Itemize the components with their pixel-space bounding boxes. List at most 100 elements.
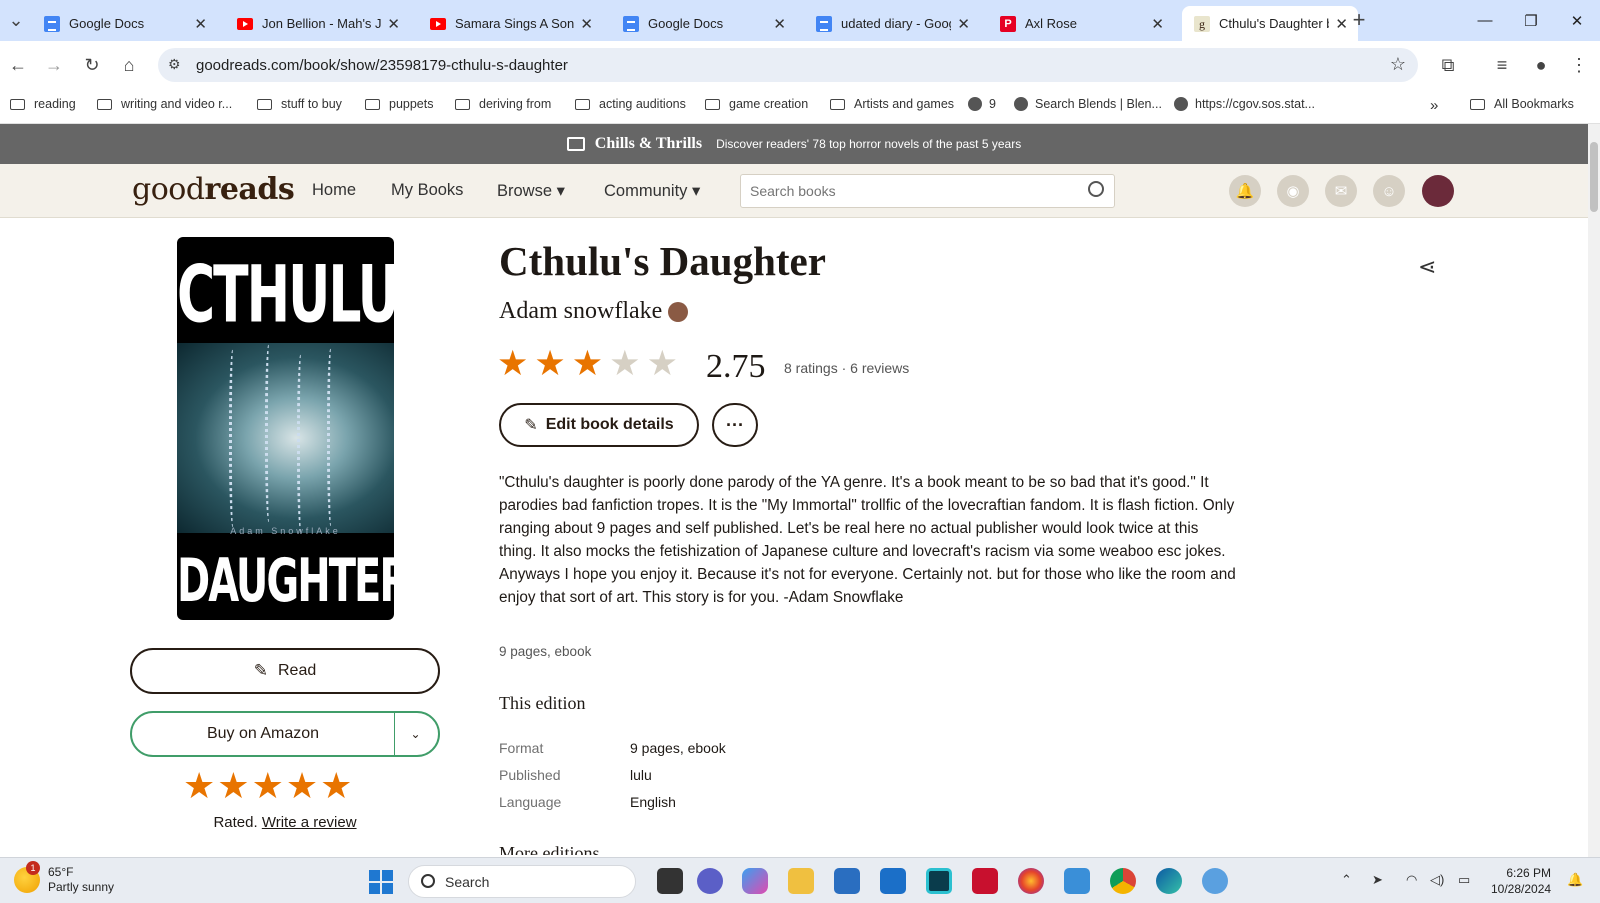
more-options-button[interactable]: ··· — [712, 403, 758, 447]
notifications-icon[interactable]: 🔔 — [1229, 175, 1261, 207]
home-icon[interactable]: ⌂ — [115, 51, 143, 79]
edition-value: 9 pages, ebook — [630, 740, 726, 756]
search-icon[interactable] — [1088, 181, 1104, 197]
media-controls-icon[interactable]: ≡ — [1488, 51, 1516, 79]
author-name[interactable]: Adam snowflake — [499, 298, 662, 325]
scrollbar-thumb[interactable] — [1590, 142, 1598, 212]
alexa-icon[interactable] — [926, 868, 952, 894]
search-box[interactable] — [740, 174, 1115, 208]
browser-tab[interactable]: udated diary - Googl ✕ — [804, 6, 980, 41]
bookmark-item[interactable]: Artists and games — [830, 97, 954, 111]
user-star-icon[interactable]: ★ — [252, 768, 284, 804]
forward-icon[interactable]: → — [40, 51, 68, 79]
restore-button[interactable]: ❐ — [1508, 0, 1554, 41]
system-clock[interactable]: 6:26 PM 10/28/2024 — [1491, 865, 1551, 897]
user-star-icon[interactable]: ★ — [320, 768, 352, 804]
chrome-icon[interactable] — [1110, 868, 1136, 894]
goodreads-logo[interactable]: goodreads — [132, 172, 295, 207]
mail-icon[interactable] — [880, 868, 906, 894]
all-bookmarks[interactable]: All Bookmarks — [1470, 97, 1574, 111]
edit-book-details-button[interactable]: ✎ Edit book details — [499, 403, 699, 447]
bookmark-star-icon[interactable]: ☆ — [1390, 54, 1406, 75]
reload-icon[interactable]: ↻ — [78, 51, 106, 79]
browser-tab[interactable]: P Axl Rose ✕ — [988, 6, 1174, 41]
browser-tab[interactable]: Samara Sings A Song ✕ — [418, 6, 603, 41]
search-input[interactable] — [750, 183, 1070, 199]
messages-icon[interactable]: ✉ — [1325, 175, 1357, 207]
address-bar[interactable]: ⚙ goodreads.com/book/show/23598179-cthul… — [158, 48, 1418, 82]
back-icon[interactable]: ← — [4, 51, 32, 79]
task-view-icon[interactable] — [657, 868, 683, 894]
new-tab-button[interactable]: + — [1345, 6, 1373, 34]
profile-icon[interactable]: ● — [1527, 51, 1555, 79]
bookmark-item[interactable]: puppets — [365, 97, 433, 111]
write-review-link[interactable]: Write a review — [262, 814, 357, 831]
volume-icon[interactable]: ◁) — [1430, 872, 1444, 888]
bookmark-item[interactable]: game creation — [705, 97, 808, 111]
bookmark-item[interactable]: acting auditions — [575, 97, 686, 111]
edge-icon[interactable] — [1156, 868, 1182, 894]
more-bookmarks-icon[interactable]: » — [1430, 97, 1438, 114]
page-scrollbar[interactable] — [1588, 124, 1600, 857]
browser-tab[interactable]: g Cthulu's Daughter by ✕ — [1182, 6, 1358, 41]
bookmark-item[interactable]: 9 — [968, 97, 996, 111]
tab-close-icon[interactable]: ✕ — [1151, 15, 1164, 33]
minimize-button[interactable]: — — [1462, 0, 1508, 41]
buy-on-amazon-button[interactable]: Buy on Amazon — [132, 713, 395, 755]
url-text[interactable]: goodreads.com/book/show/23598179-cthulu-… — [196, 57, 568, 74]
book-cover[interactable]: CTHULU'S Adam SnowflAke DAUGHTER — [177, 237, 394, 620]
notification-bell-icon[interactable]: 🔔 — [1567, 872, 1583, 888]
site-info-icon[interactable]: ⚙ — [168, 56, 181, 73]
location-icon[interactable]: ➤ — [1372, 872, 1383, 888]
rating-counts[interactable]: 8 ratings · 6 reviews — [784, 360, 909, 376]
file-explorer-icon[interactable] — [788, 868, 814, 894]
nav-community[interactable]: Community ▾ — [604, 181, 700, 201]
tab-close-icon[interactable]: ✕ — [773, 15, 786, 33]
microsoft-store-icon[interactable] — [834, 868, 860, 894]
weather-widget[interactable]: 1 65°F Partly sunny — [14, 861, 114, 895]
copilot-icon[interactable] — [742, 868, 768, 894]
tab-close-icon[interactable]: ✕ — [194, 15, 207, 33]
user-avatar[interactable] — [1422, 175, 1454, 207]
tab-close-icon[interactable]: ✕ — [387, 15, 400, 33]
paint-icon[interactable] — [1202, 868, 1228, 894]
windows-start-icon[interactable] — [369, 870, 393, 894]
teams-chat-icon[interactable] — [697, 868, 723, 894]
nav-my-books[interactable]: My Books — [391, 181, 463, 200]
bookmark-item[interactable]: deriving from — [455, 97, 551, 111]
nav-home[interactable]: Home — [312, 181, 356, 200]
bookmark-item[interactable]: Search Blends | Blen... — [1014, 97, 1162, 111]
browser-tab[interactable]: Jon Bellion - Mah's Jo ✕ — [225, 6, 410, 41]
user-rating-stars[interactable]: ★ ★ ★ ★ ★ — [183, 768, 352, 804]
show-hidden-icons-chevron-up-icon[interactable]: ⌃ — [1341, 872, 1352, 888]
buy-options-chevron-down-icon[interactable]: ⌄ — [393, 713, 438, 755]
user-star-icon[interactable]: ★ — [286, 768, 318, 804]
discussions-icon[interactable]: ◉ — [1277, 175, 1309, 207]
taskbar-search[interactable]: Search — [408, 865, 636, 898]
bookmark-item[interactable]: writing and video r... — [97, 97, 232, 111]
bookmark-item[interactable]: https://cgov.sos.stat... — [1174, 97, 1315, 111]
menu-kebab-icon[interactable]: ⋮ — [1565, 51, 1593, 79]
browser-tab[interactable]: Google Docs ✕ — [32, 6, 217, 41]
browser-tab[interactable]: Google Docs ✕ — [611, 6, 796, 41]
battery-icon[interactable]: ▭ — [1458, 872, 1470, 888]
photos-icon[interactable] — [1064, 868, 1090, 894]
wifi-icon[interactable]: ◠ — [1406, 872, 1417, 888]
user-star-icon[interactable]: ★ — [183, 768, 215, 804]
promo-banner[interactable]: Chills & Thrills Discover readers' 78 to… — [0, 124, 1588, 164]
extensions-icon[interactable]: ⧉ — [1434, 51, 1462, 79]
friends-icon[interactable]: ☺ — [1373, 175, 1405, 207]
want-to-read-button[interactable]: ✎ Read — [130, 648, 440, 694]
user-star-icon[interactable]: ★ — [217, 768, 249, 804]
mcafee-icon[interactable] — [972, 868, 998, 894]
share-icon[interactable]: ⋖ — [1418, 254, 1436, 280]
bookmark-item[interactable]: stuff to buy — [257, 97, 342, 111]
nav-browse[interactable]: Browse ▾ — [497, 181, 565, 201]
tab-close-icon[interactable]: ✕ — [580, 15, 593, 33]
close-window-button[interactable]: ✕ — [1554, 0, 1600, 41]
bookmark-item[interactable]: reading — [10, 97, 76, 111]
folder-icon — [575, 98, 590, 110]
tab-close-icon[interactable]: ✕ — [957, 15, 970, 33]
tab-search-dropdown-icon[interactable]: ⌄ — [2, 6, 30, 34]
firefox-icon[interactable] — [1018, 868, 1044, 894]
